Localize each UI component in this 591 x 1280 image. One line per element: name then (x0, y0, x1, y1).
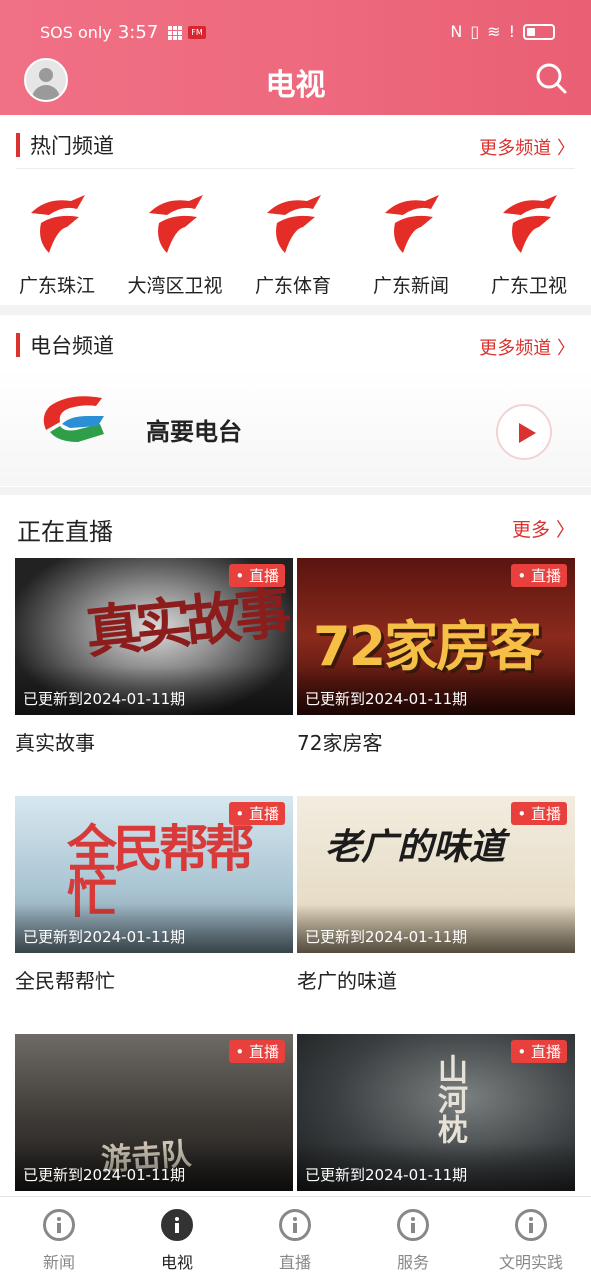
radio-station-name: 高要电台 (146, 418, 242, 446)
program-title: 72家房客 (297, 731, 383, 755)
carrier-text: SOS only (40, 23, 112, 42)
app-header: SOS only 3:57 FM N ▯ ≋ ! 电视 (0, 0, 591, 115)
channel-label: 大湾区卫视 (127, 275, 223, 297)
program-thumbnail: 72家房客 • 直播 已更新到2024-01-11期 (297, 558, 575, 715)
thumbnail-art-text: 山河枕 (432, 1054, 467, 1144)
radio-station-row[interactable]: 高要电台 (0, 368, 591, 486)
update-text: 已更新到2024-01-11期 (15, 904, 293, 953)
section-title: 电台频道 (30, 334, 114, 358)
update-text: 已更新到2024-01-11期 (297, 904, 575, 953)
program-title: 全民帮帮忙 (15, 969, 115, 993)
info-icon (515, 1209, 547, 1241)
info-icon (161, 1209, 193, 1241)
info-icon (279, 1209, 311, 1241)
program-title: 老广的味道 (297, 969, 397, 993)
live-badge: • 直播 (511, 802, 567, 825)
alert-icon: ! (508, 22, 515, 41)
program-thumbnail: 全民帮帮忙 • 直播 已更新到2024-01-11期 (15, 796, 293, 953)
tab-label: 服务 (396, 1253, 429, 1272)
section-title: 热门频道 (30, 134, 114, 158)
channel-item[interactable]: 大湾区卫视 (118, 175, 232, 305)
update-text: 已更新到2024-01-11期 (15, 1142, 293, 1191)
tab-services[interactable]: 服务 (354, 1197, 472, 1280)
wifi-icon: ≋ (487, 22, 501, 41)
live-program-card[interactable]: 全民帮帮忙 • 直播 已更新到2024-01-11期 全民帮帮忙 (15, 796, 293, 994)
tab-tv[interactable]: 电视 (118, 1197, 236, 1280)
nfc-icon: N (450, 22, 463, 41)
live-program-card[interactable]: 游击队 • 直播 已更新到2024-01-11期 (15, 1034, 293, 1191)
channel-label: 广东卫视 (490, 275, 567, 297)
radio-logo-icon (43, 396, 104, 442)
program-title: 真实故事 (15, 731, 95, 755)
channel-label: 广东新闻 (372, 275, 449, 297)
channel-label: 广东珠江 (18, 275, 95, 297)
program-thumbnail: 老广的味道 • 直播 已更新到2024-01-11期 (297, 796, 575, 953)
channel-list: 广东珠江 大湾区卫视 广东体育 广东新闻 广东卫视 (0, 175, 591, 305)
live-program-card[interactable]: 72家房客 • 直播 已更新到2024-01-11期 72家房客 (297, 558, 575, 756)
channel-item[interactable]: 广东珠江 (0, 175, 114, 305)
channel-item[interactable]: 广东体育 (236, 175, 350, 305)
gdtv-logo-icon (385, 195, 439, 253)
play-button[interactable] (496, 404, 552, 460)
live-badge: • 直播 (229, 802, 285, 825)
channel-label: 广东体育 (254, 275, 331, 297)
gdtv-logo-icon (503, 195, 557, 253)
info-icon (397, 1209, 429, 1241)
more-channels-link[interactable]: 更多频道 〉 (479, 134, 575, 160)
section-title: 正在直播 (17, 518, 113, 546)
live-program-card[interactable]: 真实故事 • 直播 已更新到2024-01-11期 真实故事 (15, 558, 293, 756)
live-program-card[interactable]: 老广的味道 • 直播 已更新到2024-01-11期 老广的味道 (297, 796, 575, 994)
status-bar: SOS only 3:57 FM N ▯ ≋ ! (0, 18, 591, 48)
tab-label: 电视 (160, 1253, 193, 1272)
more-live-link[interactable]: 更多 〉 (512, 515, 575, 542)
gdtv-logo-icon (31, 195, 85, 253)
gdtv-logo-icon (149, 195, 203, 253)
program-thumbnail: 游击队 • 直播 已更新到2024-01-11期 (15, 1034, 293, 1191)
program-thumbnail: 山河枕 • 直播 已更新到2024-01-11期 (297, 1034, 575, 1191)
hot-channels-section: 热门频道 更多频道 〉 广东珠江 大湾区卫视 广东体育 广东新闻 广东卫视 (0, 115, 591, 305)
channel-item[interactable]: 广东新闻 (354, 175, 468, 305)
live-badge: • 直播 (511, 1040, 567, 1063)
tab-label: 文明实践 (498, 1253, 563, 1272)
live-badge: • 直播 (229, 1040, 285, 1063)
apps-grid-icon (168, 25, 183, 40)
battery-icon (523, 23, 555, 40)
section-header: 热门频道 更多频道 〉 (16, 117, 575, 169)
thumbnail-art-text: 老广的味道 (325, 826, 506, 868)
channel-item[interactable]: 广东卫视 (472, 175, 586, 305)
search-icon[interactable] (533, 60, 569, 96)
fm-badge: FM (188, 26, 206, 39)
live-badge: • 直播 (229, 564, 285, 587)
vibrate-icon: ▯ (470, 22, 480, 41)
section-header: 电台频道 更多频道 〉 (16, 317, 575, 369)
live-program-card[interactable]: 山河枕 • 直播 已更新到2024-01-11期 (297, 1034, 575, 1191)
bottom-tab-bar: 新闻 电视 直播 服务 文明实践 (0, 1196, 591, 1280)
gdtv-logo-icon (267, 195, 321, 253)
tab-live[interactable]: 直播 (236, 1197, 354, 1280)
more-radio-link[interactable]: 更多频道 〉 (479, 334, 575, 360)
tab-news[interactable]: 新闻 (0, 1197, 118, 1280)
tab-label: 直播 (278, 1253, 311, 1272)
program-thumbnail: 真实故事 • 直播 已更新到2024-01-11期 (15, 558, 293, 715)
update-text: 已更新到2024-01-11期 (297, 666, 575, 715)
tab-label: 新闻 (42, 1253, 75, 1272)
update-text: 已更新到2024-01-11期 (15, 666, 293, 715)
clock: 3:57 (117, 22, 159, 43)
tab-civilization-practice[interactable]: 文明实践 (472, 1197, 590, 1280)
update-text: 已更新到2024-01-11期 (297, 1142, 575, 1191)
live-badge: • 直播 (511, 564, 567, 587)
page-title: 电视 (265, 68, 326, 103)
info-icon (43, 1209, 75, 1241)
